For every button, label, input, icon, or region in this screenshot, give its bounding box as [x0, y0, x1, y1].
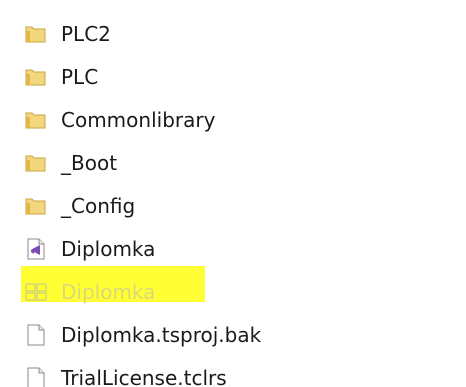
item-label: _Config [61, 193, 136, 218]
folder-icon [24, 65, 48, 89]
list-item-boot[interactable]: _Boot [24, 141, 454, 184]
list-item-plc[interactable]: PLC [24, 55, 454, 98]
list-item-config[interactable]: _Config [24, 184, 454, 227]
item-label: Commonlibrary [61, 107, 216, 132]
item-label: Diplomka.tsproj.bak [61, 322, 262, 347]
twincat-project-icon [24, 280, 48, 304]
folder-icon [24, 151, 48, 175]
item-label: _Boot [61, 150, 118, 175]
item-label: PLC [61, 64, 99, 89]
file-list: PLC2 PLC Commonlibrary _Boot _Config Dip… [24, 12, 454, 387]
folder-icon [24, 194, 48, 218]
item-label: TrialLicense.tclrs [61, 365, 227, 387]
list-item-tsproj-bak[interactable]: Diplomka.tsproj.bak [24, 313, 454, 356]
list-item-trial-license[interactable]: TrialLicense.tclrs [24, 356, 454, 387]
blank-file-icon [24, 366, 48, 387]
list-item-diplomka-tsproj[interactable]: Diplomka [24, 270, 454, 313]
blank-file-icon [24, 323, 48, 347]
item-label: PLC2 [61, 21, 111, 46]
item-label: Diplomka [61, 236, 156, 261]
item-label: Diplomka [61, 279, 156, 304]
list-item-plc2[interactable]: PLC2 [24, 12, 454, 55]
list-item-commonlibrary[interactable]: Commonlibrary [24, 98, 454, 141]
visual-studio-file-icon [24, 237, 48, 261]
folder-icon [24, 108, 48, 132]
folder-icon [24, 22, 48, 46]
list-item-diplomka-sln[interactable]: Diplomka [24, 227, 454, 270]
